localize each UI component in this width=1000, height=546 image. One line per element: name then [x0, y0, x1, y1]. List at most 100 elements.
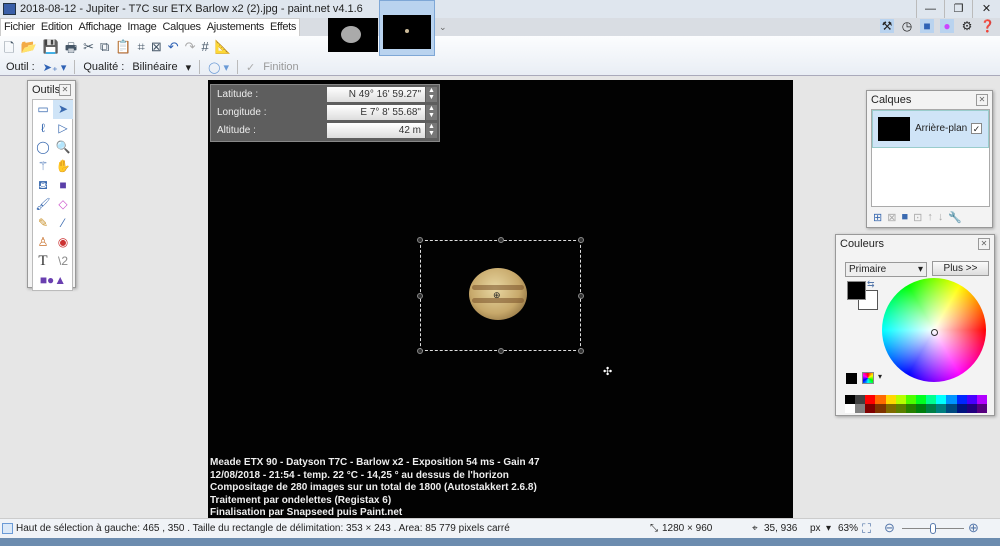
palette-swatch[interactable]	[916, 395, 927, 404]
clone-stamp-icon[interactable]: ♙	[33, 233, 53, 252]
gradient-icon[interactable]: ■	[53, 176, 73, 195]
palette-swatch[interactable]	[875, 404, 886, 413]
layers-toggle-icon[interactable]: ■	[920, 19, 934, 33]
ellipse-select-icon[interactable]: ◯	[33, 138, 53, 157]
palette-swatch[interactable]	[966, 404, 977, 413]
chevron-down-icon[interactable]: ▾	[186, 61, 192, 74]
shapes-icon[interactable]: ■●▲	[33, 271, 73, 290]
zoom-icon[interactable]: 🔍	[53, 138, 73, 157]
pan-icon[interactable]: ✋	[53, 157, 73, 176]
deselect-icon[interactable]: ⊠	[151, 39, 162, 61]
palette-swatch[interactable]	[916, 404, 927, 413]
zoom-slider-thumb[interactable]	[930, 523, 937, 534]
move-down-icon[interactable]: ↓	[938, 211, 944, 224]
help-icon[interactable]: ❓	[980, 19, 995, 33]
text-icon[interactable]: T	[33, 252, 53, 271]
palette-swatch[interactable]	[895, 395, 906, 404]
reset-colors-icon[interactable]	[846, 373, 857, 384]
ruler-icon[interactable]: 📐	[215, 39, 231, 61]
palette-swatch[interactable]	[855, 404, 866, 413]
resize-handle[interactable]	[498, 237, 504, 243]
layer-properties-icon[interactable]: 🔧	[948, 211, 962, 224]
recolor-icon[interactable]: ◉	[53, 233, 73, 252]
zoom-value[interactable]: 63%	[838, 523, 858, 534]
grid-icon[interactable]: #	[202, 39, 209, 61]
image-tab-1[interactable]	[328, 18, 378, 52]
undo-icon[interactable]: ↶	[168, 39, 179, 61]
new-icon[interactable]: 🗋	[4, 39, 14, 61]
zoom-out-icon[interactable]: ⊖	[884, 520, 895, 536]
palette-swatch[interactable]	[976, 404, 987, 413]
palette-swatch[interactable]	[936, 395, 947, 404]
resize-handle[interactable]	[578, 348, 584, 354]
paint-bucket-icon[interactable]: ⛾	[33, 176, 53, 195]
menu-image[interactable]: Image	[124, 19, 159, 36]
resize-handle[interactable]	[417, 237, 423, 243]
lasso-icon[interactable]: ℓ	[33, 119, 53, 138]
paintbrush-icon[interactable]: 🖌	[33, 195, 53, 214]
selection-rectangle[interactable]	[417, 237, 584, 354]
print-icon[interactable]: 🖶	[65, 39, 77, 61]
palette-swatch[interactable]	[905, 395, 916, 404]
magic-wand-icon[interactable]: ⚚	[33, 157, 53, 176]
palette-swatch[interactable]	[865, 395, 876, 404]
palette-swatch[interactable]	[926, 404, 937, 413]
tools-toggle-icon[interactable]: ⚒	[880, 19, 894, 33]
close-button[interactable]: ✕	[972, 0, 1000, 18]
menu-effets[interactable]: Effets	[267, 19, 299, 36]
close-icon[interactable]: ✕	[59, 84, 71, 96]
add-layer-icon[interactable]: ⊞	[873, 211, 882, 224]
selection-mode-dropdown[interactable]: ◯ ▾	[208, 61, 229, 74]
menu-ajustements[interactable]: Ajustements	[204, 19, 267, 36]
palette-menu-icon[interactable]	[862, 372, 874, 384]
redo-icon[interactable]: ↷	[185, 39, 196, 61]
palette-swatch[interactable]	[905, 404, 916, 413]
crop-icon[interactable]: ⌗	[138, 39, 145, 61]
resize-handle[interactable]	[578, 237, 584, 243]
palette-swatch[interactable]	[855, 395, 866, 404]
paste-icon[interactable]: 📋	[115, 39, 131, 61]
merge-layer-icon[interactable]: ⊡	[913, 211, 922, 224]
palette-swatch[interactable]	[956, 404, 967, 413]
eraser-icon[interactable]: ◇	[53, 195, 73, 214]
resize-handle[interactable]	[417, 348, 423, 354]
units-dropdown[interactable]: px	[810, 523, 821, 534]
swap-colors-icon[interactable]: ⇆	[867, 279, 875, 290]
line-curve-icon[interactable]: \2	[53, 252, 73, 271]
palette-swatch[interactable]	[875, 395, 886, 404]
settings-icon[interactable]: ⚙	[960, 19, 974, 33]
resize-handle[interactable]	[417, 293, 423, 299]
zoom-fit-icon[interactable]: ⛶	[862, 521, 871, 537]
copy-icon[interactable]: ⧉	[100, 39, 109, 61]
pencil-icon[interactable]: ✎	[33, 214, 53, 233]
palette-swatch[interactable]	[946, 404, 957, 413]
duplicate-layer-icon[interactable]: ■	[901, 211, 908, 224]
chevron-down-icon[interactable]: ▾	[878, 372, 882, 381]
palette-swatch[interactable]	[845, 404, 856, 413]
menu-affichage[interactable]: Affichage	[75, 19, 124, 36]
image-tab-2-selected[interactable]	[379, 0, 435, 56]
move-selection-icon[interactable]: ▷	[53, 119, 73, 138]
minimize-button[interactable]: —	[916, 0, 944, 18]
tabs-dropdown-icon[interactable]: ⌄	[439, 22, 447, 33]
menu-edition[interactable]: Edition	[38, 19, 76, 36]
close-icon[interactable]: ✕	[978, 238, 990, 250]
palette-swatch[interactable]	[936, 404, 947, 413]
palette-swatch[interactable]	[895, 404, 906, 413]
palette-swatch[interactable]	[845, 395, 856, 404]
resize-handle[interactable]	[498, 348, 504, 354]
finish-button[interactable]: Finition	[263, 61, 298, 73]
quality-dropdown[interactable]: Bilinéaire	[132, 61, 177, 73]
chevron-down-icon[interactable]: ▾	[826, 523, 831, 534]
palette-swatch[interactable]	[926, 395, 937, 404]
palette-swatch[interactable]	[865, 404, 876, 413]
palette-swatch[interactable]	[976, 395, 987, 404]
color-mode-dropdown[interactable]: Primaire ▾	[845, 262, 927, 277]
menu-calques[interactable]: Calques	[160, 19, 204, 36]
primary-color-swatch[interactable]	[847, 281, 866, 300]
palette-swatch[interactable]	[885, 404, 896, 413]
more-button[interactable]: Plus >>	[932, 261, 989, 276]
tool-selector[interactable]: ➤₊ ▾	[43, 61, 67, 74]
rectangle-select-icon[interactable]: ▭	[33, 100, 53, 119]
close-icon[interactable]: ✕	[976, 94, 988, 106]
